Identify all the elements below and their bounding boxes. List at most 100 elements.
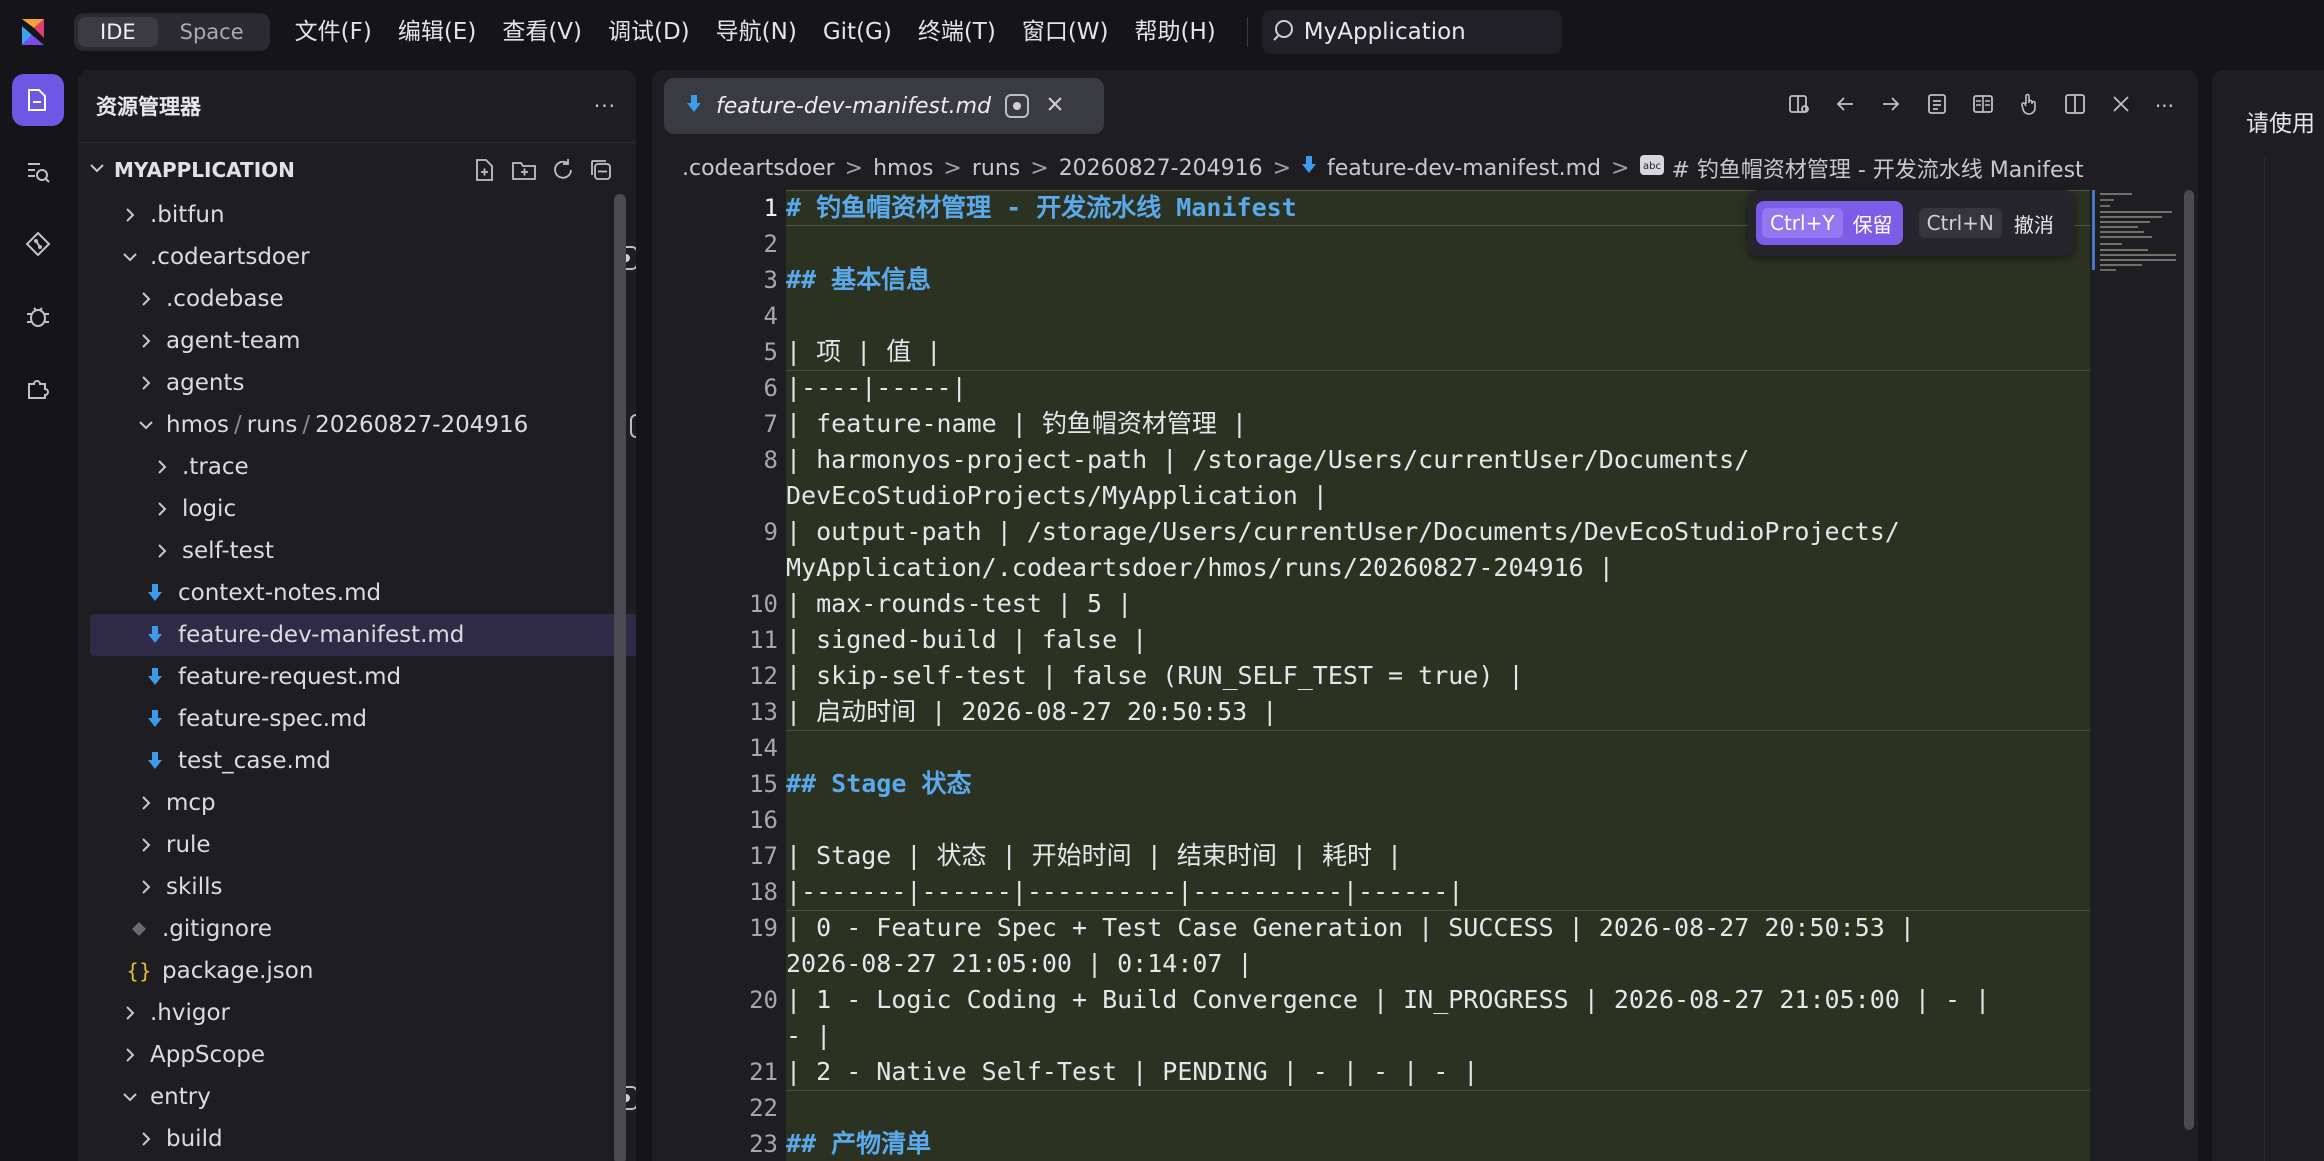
- line-number: 11: [749, 626, 778, 654]
- menu-view[interactable]: 查看(V): [489, 12, 595, 52]
- keep-button[interactable]: Ctrl+Y 保留: [1756, 201, 1903, 245]
- tree-file-package-json[interactable]: {} package.json: [90, 950, 636, 992]
- tree-label: .codeartsdoer: [150, 244, 310, 270]
- code-line: | 1 - Logic Coding + Build Convergence |…: [786, 985, 1991, 1014]
- document-icon[interactable]: [1925, 92, 1949, 120]
- extensions-icon[interactable]: [12, 362, 64, 414]
- tree-folder-bitfun[interactable]: .bitfun: [90, 194, 636, 236]
- line-number: 2: [763, 230, 778, 258]
- breadcrumb-item[interactable]: # 钓鱼帽资材管理 - 开发流水线 Manifest: [1671, 152, 2083, 184]
- project-root[interactable]: MYAPPLICATION: [78, 143, 636, 197]
- new-folder-icon[interactable]: [510, 157, 538, 187]
- menu-help[interactable]: 帮助(H): [1122, 12, 1229, 52]
- search-panel-icon[interactable]: [12, 146, 64, 198]
- tree-file-feature-dev-manifest[interactable]: feature-dev-manifest.md: [90, 614, 636, 656]
- line-number: 6: [763, 374, 778, 402]
- refresh-icon[interactable]: [550, 157, 576, 187]
- menu-bar: 文件(F) 编辑(E) 查看(V) 调试(D) 导航(N) Git(G) 终端(…: [282, 12, 1229, 52]
- line-number: 14: [749, 734, 778, 762]
- code-area[interactable]: 1 2 3 4 5 6 7 8 9 10 11 12 13 14 15 16 1…: [652, 190, 2090, 1161]
- menu-navigate[interactable]: 导航(N): [703, 12, 810, 52]
- more-actions-icon[interactable]: ···: [2155, 94, 2174, 118]
- arrow-right-icon[interactable]: [1879, 92, 1903, 120]
- editor-tab-feature-dev-manifest[interactable]: feature-dev-manifest.md: [664, 78, 1104, 134]
- split-editor-icon[interactable]: [2063, 92, 2087, 120]
- markdown-file-icon: [144, 751, 166, 771]
- close-icon[interactable]: [2109, 92, 2133, 120]
- explorer-panel: 资源管理器 ··· MYAPPLICATION .bitfun .codeart…: [78, 70, 636, 1161]
- undo-button[interactable]: Ctrl+N 撤消: [1913, 201, 2060, 245]
- tree-folder-codeartsdoer[interactable]: .codeartsdoer: [90, 236, 636, 278]
- tree-file-feature-request[interactable]: feature-request.md: [90, 656, 636, 698]
- tree-folder-self-test[interactable]: self-test: [90, 530, 636, 572]
- menu-edit[interactable]: 编辑(E): [385, 12, 489, 52]
- tree-folder-rule[interactable]: rule: [90, 824, 636, 866]
- mode-ide-button[interactable]: IDE: [78, 17, 158, 47]
- book-icon[interactable]: [1971, 92, 1995, 120]
- line-number: 21: [749, 1058, 778, 1086]
- tree-folder-hmos-runs[interactable]: hmos / runs / 20260827-204916: [90, 404, 636, 446]
- line-number: 17: [749, 842, 778, 870]
- tree-folder-codebase[interactable]: .codebase: [90, 278, 636, 320]
- tree-file-context-notes[interactable]: context-notes.md: [90, 572, 636, 614]
- tree-folder-build[interactable]: build: [90, 1118, 636, 1160]
- explorer-title: 资源管理器: [96, 95, 201, 119]
- tree-label: mcp: [166, 790, 216, 816]
- chevron-right-icon: [136, 837, 156, 853]
- code-line: | max-rounds-test | 5 |: [786, 589, 1133, 618]
- arrow-left-icon[interactable]: [1833, 92, 1857, 120]
- tree-folder-hvigor[interactable]: .hvigor: [90, 992, 636, 1034]
- chevron-down-icon: [88, 159, 106, 181]
- tree-folder-agent-team[interactable]: agent-team: [90, 320, 636, 362]
- tree-folder-agents[interactable]: agents: [90, 362, 636, 404]
- debug-icon[interactable]: [12, 290, 64, 342]
- tree-folder-mcp[interactable]: mcp: [90, 782, 636, 824]
- chevron-right-icon: [136, 333, 156, 349]
- breadcrumb-item[interactable]: 20260827-204916: [1059, 156, 1263, 181]
- tree-folder-entry[interactable]: entry: [90, 1076, 636, 1118]
- breadcrumb-item[interactable]: feature-dev-manifest.md: [1327, 156, 1601, 181]
- table-divider: [786, 1090, 2090, 1091]
- menu-file[interactable]: 文件(F): [282, 12, 385, 52]
- tree-folder-trace[interactable]: .trace: [90, 446, 636, 488]
- new-file-icon[interactable]: [472, 157, 498, 187]
- tree-folder-skills[interactable]: skills: [90, 866, 636, 908]
- chevron-right-icon: >: [844, 155, 864, 181]
- tree-file-gitignore[interactable]: .gitignore: [90, 908, 636, 950]
- chevron-right-icon: >: [943, 155, 962, 181]
- menu-terminal[interactable]: 终端(T): [905, 12, 1009, 52]
- line-number: 5: [763, 338, 778, 366]
- tree-file-feature-spec[interactable]: feature-spec.md: [90, 698, 636, 740]
- symbol-string-icon: abc: [1639, 154, 1665, 182]
- hand-pointer-icon[interactable]: [2017, 92, 2041, 120]
- search-box[interactable]: MyApplication: [1261, 10, 1562, 54]
- minimap[interactable]: [2092, 190, 2178, 280]
- close-icon[interactable]: [1045, 94, 1065, 118]
- explorer-icon[interactable]: [12, 74, 64, 126]
- git-icon[interactable]: [12, 218, 64, 270]
- breadcrumb-item[interactable]: hmos: [873, 156, 933, 181]
- menu-window[interactable]: 窗口(W): [1009, 12, 1122, 52]
- tree-folder-appscope[interactable]: AppScope: [90, 1034, 636, 1076]
- explorer-scrollbar[interactable]: [614, 194, 626, 1161]
- line-number: 9: [763, 518, 778, 546]
- tree-label: .hvigor: [150, 1000, 231, 1026]
- mode-space-button[interactable]: Space: [158, 17, 266, 47]
- collapse-all-icon[interactable]: [588, 157, 614, 187]
- path-separator: /: [234, 412, 242, 438]
- tree-folder-logic[interactable]: logic: [90, 488, 636, 530]
- open-preview-icon[interactable]: [1787, 92, 1811, 120]
- menu-debug[interactable]: 调试(D): [595, 12, 703, 52]
- tree-label: rule: [166, 832, 211, 858]
- breadcrumb-item[interactable]: .codeartsdoer: [682, 156, 835, 181]
- tree-file-test-case[interactable]: test_case.md: [90, 740, 636, 782]
- keep-label: 保留: [1852, 212, 1893, 237]
- mode-switch[interactable]: IDE Space: [74, 13, 270, 51]
- menu-git[interactable]: Git(G): [810, 12, 905, 52]
- line-number: 4: [763, 302, 778, 330]
- code-text-area[interactable]: # 钓鱼帽资材管理 - 开发流水线 Manifest ## 基本信息 | 项 |…: [786, 190, 2090, 1161]
- editor-scrollbar[interactable]: [2184, 190, 2194, 1130]
- breadcrumb-item[interactable]: runs: [972, 156, 1020, 181]
- more-actions-icon[interactable]: ···: [594, 94, 616, 118]
- code-line: | 项 | 值 |: [786, 337, 942, 366]
